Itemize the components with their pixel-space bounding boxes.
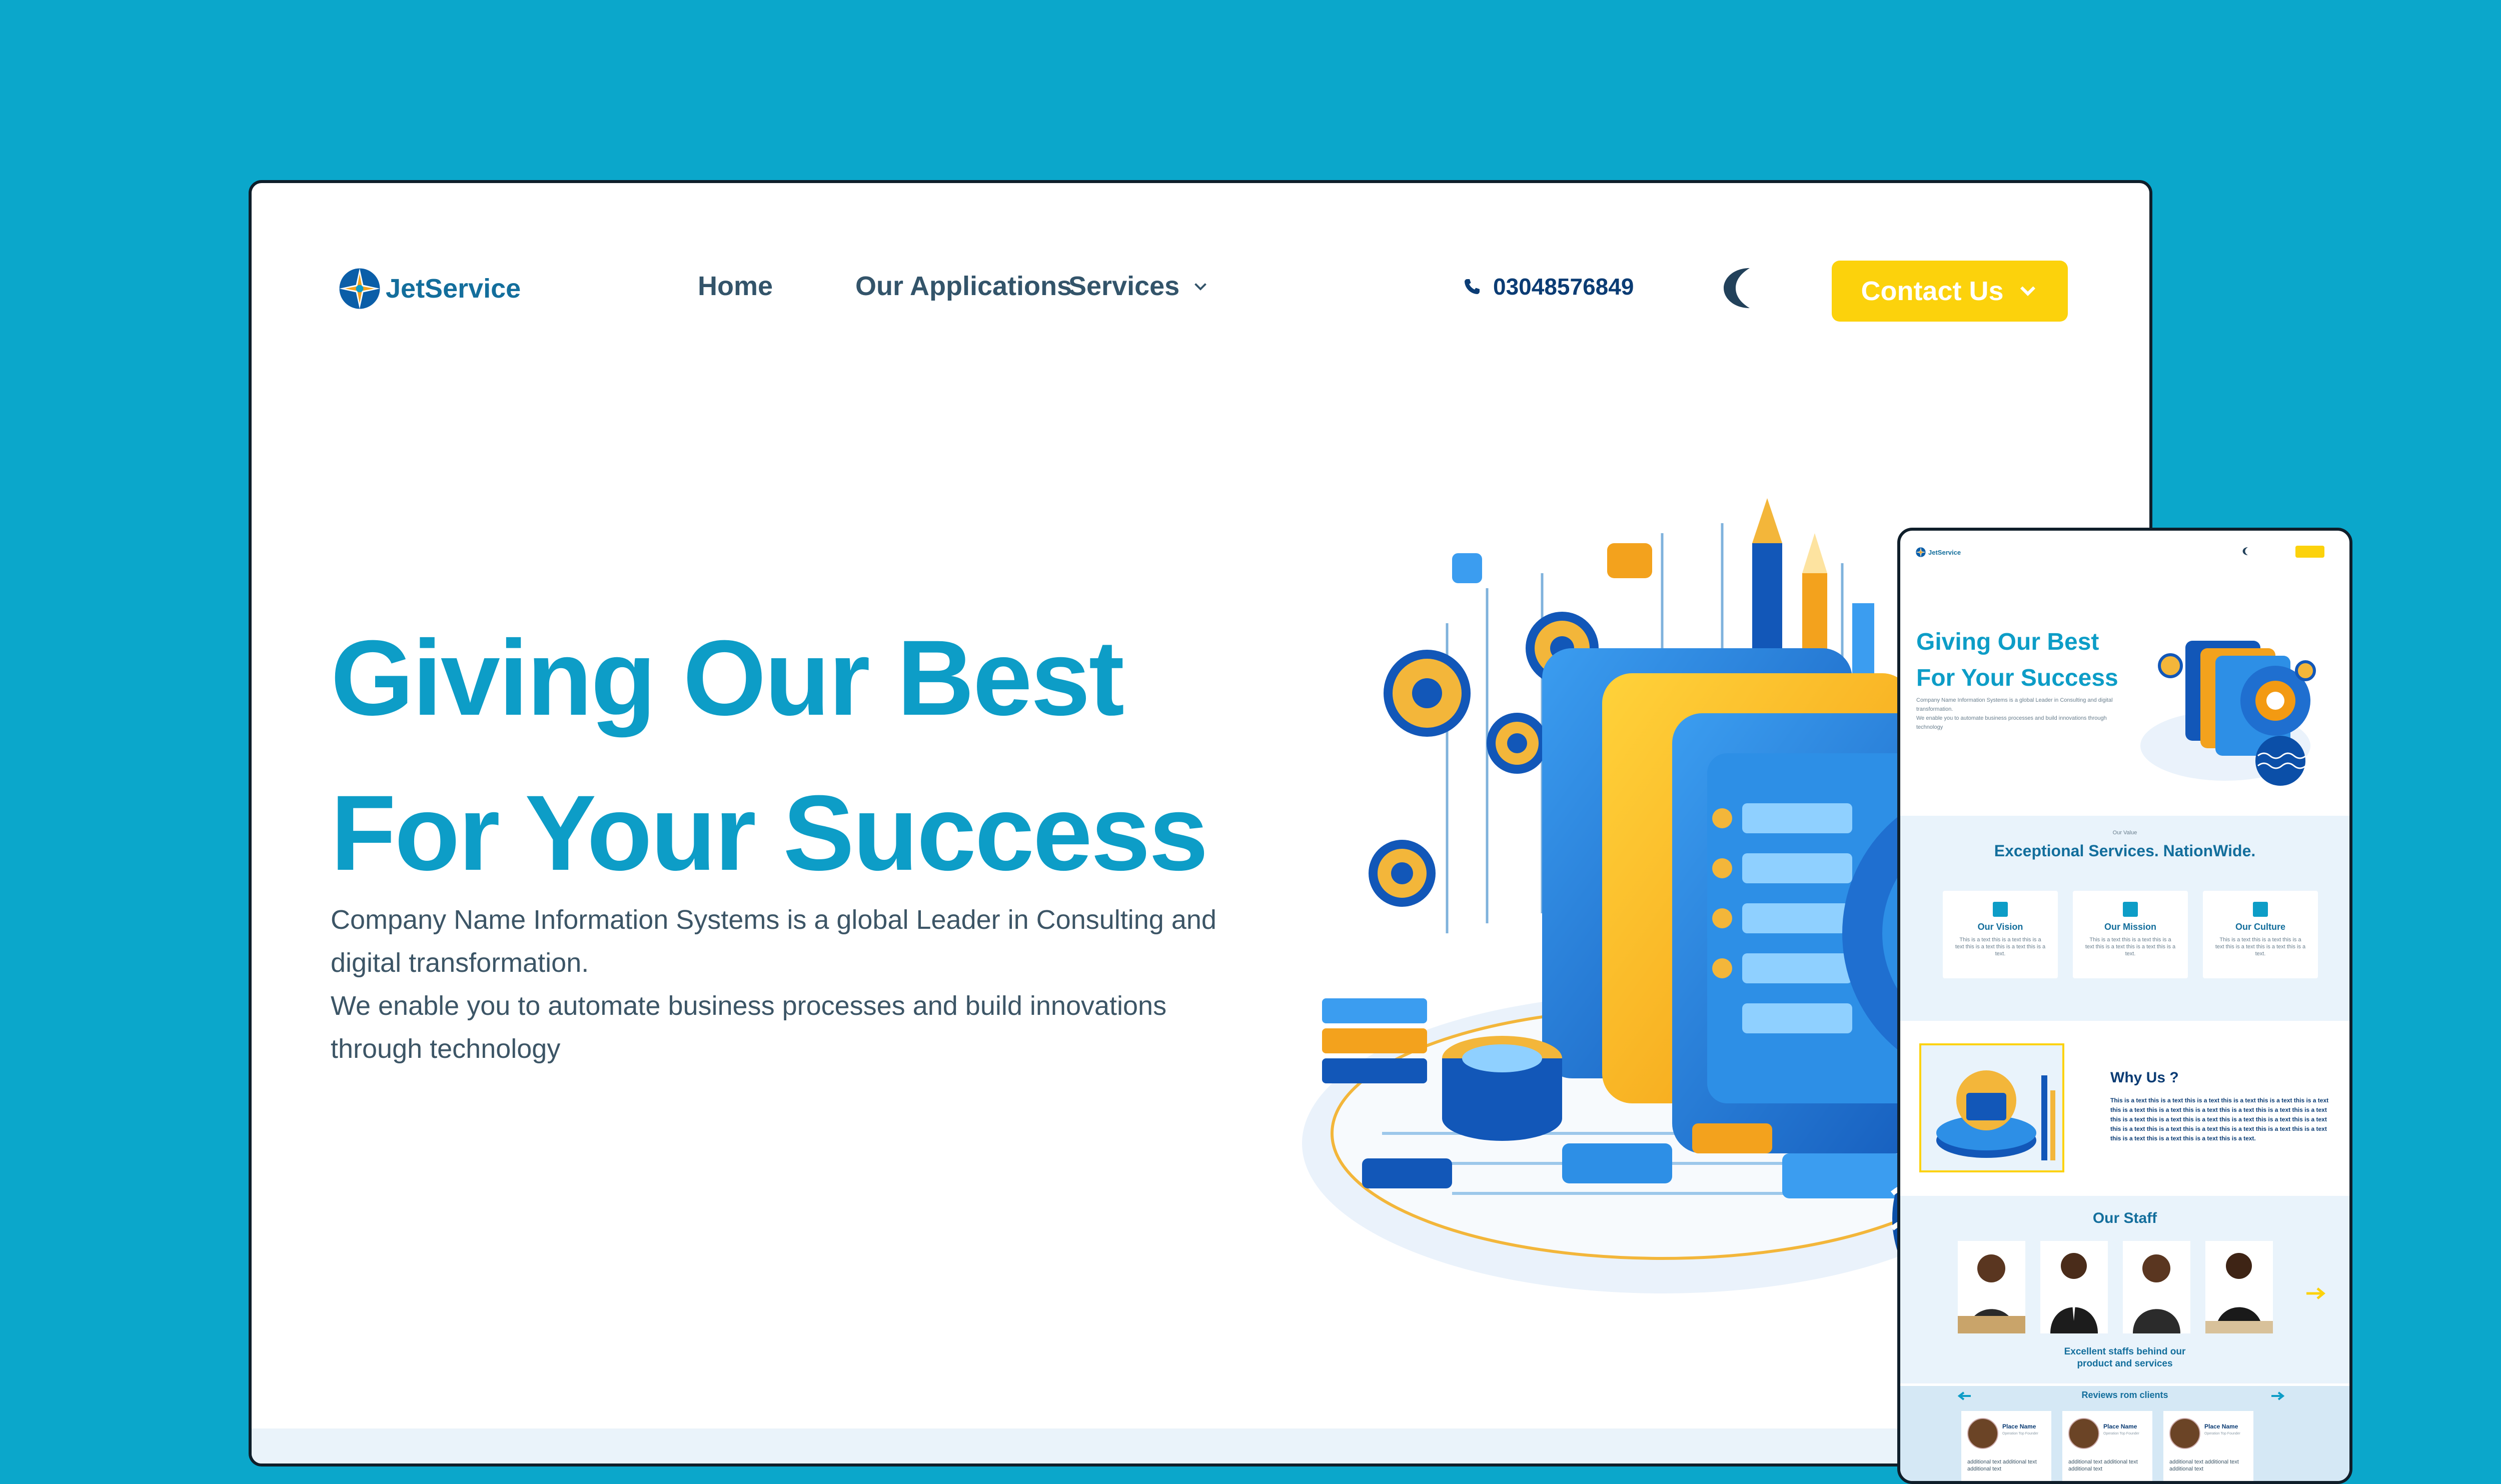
- nav-home-link[interactable]: Home: [698, 271, 773, 302]
- mobile-hero-description-line-1: Company Name Information Systems is a gl…: [1916, 697, 2113, 712]
- review-text: additional text additional text addition…: [2169, 1459, 2239, 1472]
- reviewer-name: Place Name: [2103, 1423, 2137, 1430]
- value-card-title: Our Mission: [2104, 922, 2156, 932]
- nav-services-dropdown[interactable]: Services: [1068, 271, 1209, 302]
- review-card[interactable]: Place Name Operation Top Founder additio…: [2163, 1411, 2253, 1481]
- value-card-title: Our Vision: [1977, 922, 2023, 932]
- reviewer-name: Place Name: [2204, 1423, 2238, 1430]
- arrow-right-icon[interactable]: [2270, 1391, 2284, 1401]
- mobile-hero-description-line-2: We enable you to automate business proce…: [1916, 715, 2107, 730]
- arrow-right-icon[interactable]: [2304, 1286, 2326, 1301]
- person-avatar: [2050, 1253, 2098, 1333]
- staff-photo[interactable]: [2205, 1241, 2273, 1333]
- mobile-hero-title: Giving Our Best For Your Success: [1916, 624, 2118, 696]
- review-card[interactable]: Place Name Operation Top Founder additio…: [1961, 1411, 2051, 1481]
- logo-icon: [1916, 547, 1926, 557]
- why-us-image: [1919, 1043, 2064, 1172]
- mobile-why-section: Why Us ? This is a text this is a text t…: [1900, 1023, 2349, 1193]
- next-section-band: [252, 1428, 2149, 1463]
- hero-title-line-2: For Your Success: [331, 773, 1208, 893]
- reviewer-avatar: [2068, 1418, 2099, 1449]
- mobile-hero-description: Company Name Information Systems is a gl…: [1916, 696, 2131, 732]
- hero-title-line-1: Giving Our Best: [331, 618, 1124, 738]
- review-text: additional text additional text addition…: [2068, 1459, 2138, 1472]
- brand-logo[interactable]: JetService: [337, 266, 521, 312]
- reviewer-avatar: [1967, 1418, 1998, 1449]
- mobile-navigation: JetService: [1900, 531, 2349, 576]
- reviewer-role: Operation Top Founder: [2002, 1432, 2038, 1435]
- hero-title: Giving Our Best For Your Success: [331, 601, 1208, 911]
- values-cards: Our Vision This is a text this is a text…: [1943, 891, 2318, 978]
- mobile-brand-logo[interactable]: JetService: [1915, 547, 1961, 558]
- review-text: additional text additional text addition…: [1967, 1459, 2037, 1472]
- document-icon: [2123, 902, 2138, 917]
- why-us-title: Why Us ?: [2110, 1069, 2179, 1086]
- mobile-hero-illustration: [2140, 641, 2316, 786]
- reviewer-role: Operation Top Founder: [2204, 1432, 2240, 1435]
- person-avatar: [2205, 1253, 2273, 1333]
- person-avatar: [2133, 1254, 2180, 1333]
- mobile-window: JetService Giving Our Best For Your Succ…: [1897, 528, 2352, 1484]
- reviewer-role: Operation Top Founder: [2103, 1432, 2139, 1435]
- staff-caption: Excellent staffs behind our product and …: [1900, 1346, 2349, 1370]
- phone-icon: [1465, 279, 1480, 294]
- values-eyebrow: Our Value: [2112, 830, 2137, 836]
- hero-description-line-2: We enable you to automate business proce…: [331, 991, 1167, 1064]
- document-icon: [2253, 902, 2268, 917]
- staff-caption-line-2: product and services: [2077, 1358, 2173, 1369]
- contact-us-label: Contact Us: [1861, 276, 2004, 306]
- chevron-down-icon: [2020, 286, 2035, 296]
- staff-photo[interactable]: [1958, 1241, 2025, 1333]
- brand-name: JetService: [386, 274, 521, 304]
- top-navigation: JetService Home Our Applications Service…: [252, 183, 2149, 393]
- staff-caption-line-1: Excellent staffs behind our: [2064, 1346, 2186, 1357]
- value-card-mission[interactable]: Our Mission This is a text this is a tex…: [2073, 891, 2188, 978]
- review-card[interactable]: Place Name Operation Top Founder additio…: [2062, 1411, 2152, 1481]
- mobile-brand-name: JetService: [1928, 548, 1961, 556]
- value-card-title: Our Culture: [2235, 922, 2285, 932]
- logo-icon: [339, 268, 380, 309]
- staff-photo[interactable]: [2040, 1241, 2108, 1333]
- reviewer-avatar: [2169, 1418, 2200, 1449]
- why-us-text: This is a text this is a text this is a …: [2110, 1097, 2329, 1142]
- phone-number: 03048576849: [1493, 274, 1634, 300]
- chevron-down-icon: [1194, 283, 1207, 291]
- phone-contact[interactable]: 03048576849: [1462, 273, 1634, 300]
- value-card-vision[interactable]: Our Vision This is a text this is a text…: [1943, 891, 2058, 978]
- nav-services-label: Services: [1068, 271, 1180, 301]
- reviewer-name: Place Name: [2002, 1423, 2036, 1430]
- staff-title: Our Staff: [2092, 1210, 2157, 1226]
- mobile-staff-section: Our Staff Excellent staffs behind our pr…: [1900, 1196, 2349, 1383]
- staff-row: [1958, 1241, 2273, 1333]
- value-card-text: This is a text this is a text this is a …: [2215, 937, 2306, 957]
- mobile-hero-title-line-1: Giving Our Best: [1916, 629, 2099, 655]
- why-us-illustration: [1936, 1070, 2055, 1160]
- value-card-text: This is a text this is a text this is a …: [2085, 937, 2176, 957]
- moon-icon[interactable]: [1720, 264, 1760, 312]
- hero-description: Company Name Information Systems is a gl…: [331, 898, 1231, 1070]
- value-card-text: This is a text this is a text this is a …: [1955, 937, 2046, 957]
- mobile-menu-button[interactable]: [2295, 546, 2324, 558]
- staff-photo[interactable]: [2123, 1241, 2190, 1333]
- document-icon: [1993, 902, 2008, 917]
- person-avatar: [1958, 1254, 2025, 1333]
- value-card-culture[interactable]: Our Culture This is a text this is a tex…: [2203, 891, 2318, 978]
- mobile-values-section: Our Value Exceptional Services. NationWi…: [1900, 816, 2349, 1021]
- values-title: Exceptional Services. NationWide.: [1994, 842, 2256, 860]
- contact-us-button[interactable]: Contact Us: [1832, 261, 2068, 322]
- moon-icon[interactable]: [2242, 546, 2250, 557]
- mobile-hero-title-line-2: For Your Success: [1916, 665, 2118, 691]
- review-cards: Place Name Operation Top Founder additio…: [1961, 1411, 2253, 1481]
- desktop-window: JetService Home Our Applications Service…: [249, 180, 2152, 1466]
- mobile-reviews-section: Reviews rom clients Place Name Operation…: [1900, 1386, 2349, 1481]
- hero-description-line-1: Company Name Information Systems is a gl…: [331, 905, 1216, 978]
- nav-applications-link[interactable]: Our Applications: [855, 271, 1072, 302]
